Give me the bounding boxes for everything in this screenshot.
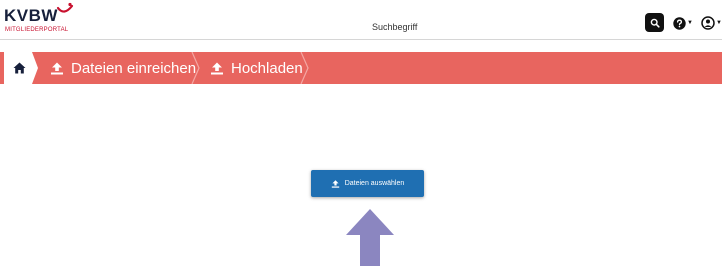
- logo-swoosh-icon: [56, 2, 74, 13]
- top-header: KVBW MITGLIEDERPORTAL ▼ ▼: [0, 0, 722, 40]
- help-menu-button[interactable]: ▼: [673, 15, 695, 31]
- user-circle-icon: [701, 16, 715, 30]
- breadcrumb-separator: [191, 52, 200, 84]
- breadcrumb-label: Dateien einreichen: [71, 59, 197, 77]
- search-button[interactable]: [645, 13, 664, 32]
- home-icon: [13, 62, 26, 74]
- arrow-up-icon: [346, 209, 394, 266]
- select-files-button[interactable]: Dateien auswählen: [311, 170, 424, 197]
- select-files-label: Dateien auswählen: [344, 180, 405, 187]
- logo-subtitle: MITGLIEDERPORTAL: [5, 27, 69, 33]
- breadcrumb-item-hochladen[interactable]: Hochladen: [210, 52, 303, 84]
- question-circle-icon: [673, 16, 686, 30]
- caret-down-icon: ▼: [716, 20, 722, 26]
- upload-icon: [50, 62, 64, 75]
- search-icon: [650, 18, 660, 28]
- caret-down-icon: ▼: [687, 20, 693, 26]
- search-input[interactable]: [372, 19, 632, 35]
- upload-icon: [210, 62, 224, 75]
- breadcrumb-home[interactable]: [4, 52, 38, 84]
- breadcrumb-item-dateien-einreichen[interactable]: Dateien einreichen: [50, 52, 196, 84]
- user-menu-button[interactable]: ▼: [701, 15, 722, 31]
- upload-icon: [331, 179, 340, 188]
- breadcrumb-separator: [300, 52, 309, 84]
- kvbw-logo[interactable]: KVBW MITGLIEDERPORTAL: [4, 2, 84, 37]
- breadcrumb-label: Hochladen: [231, 59, 303, 77]
- logo-text: KVBW: [4, 6, 58, 25]
